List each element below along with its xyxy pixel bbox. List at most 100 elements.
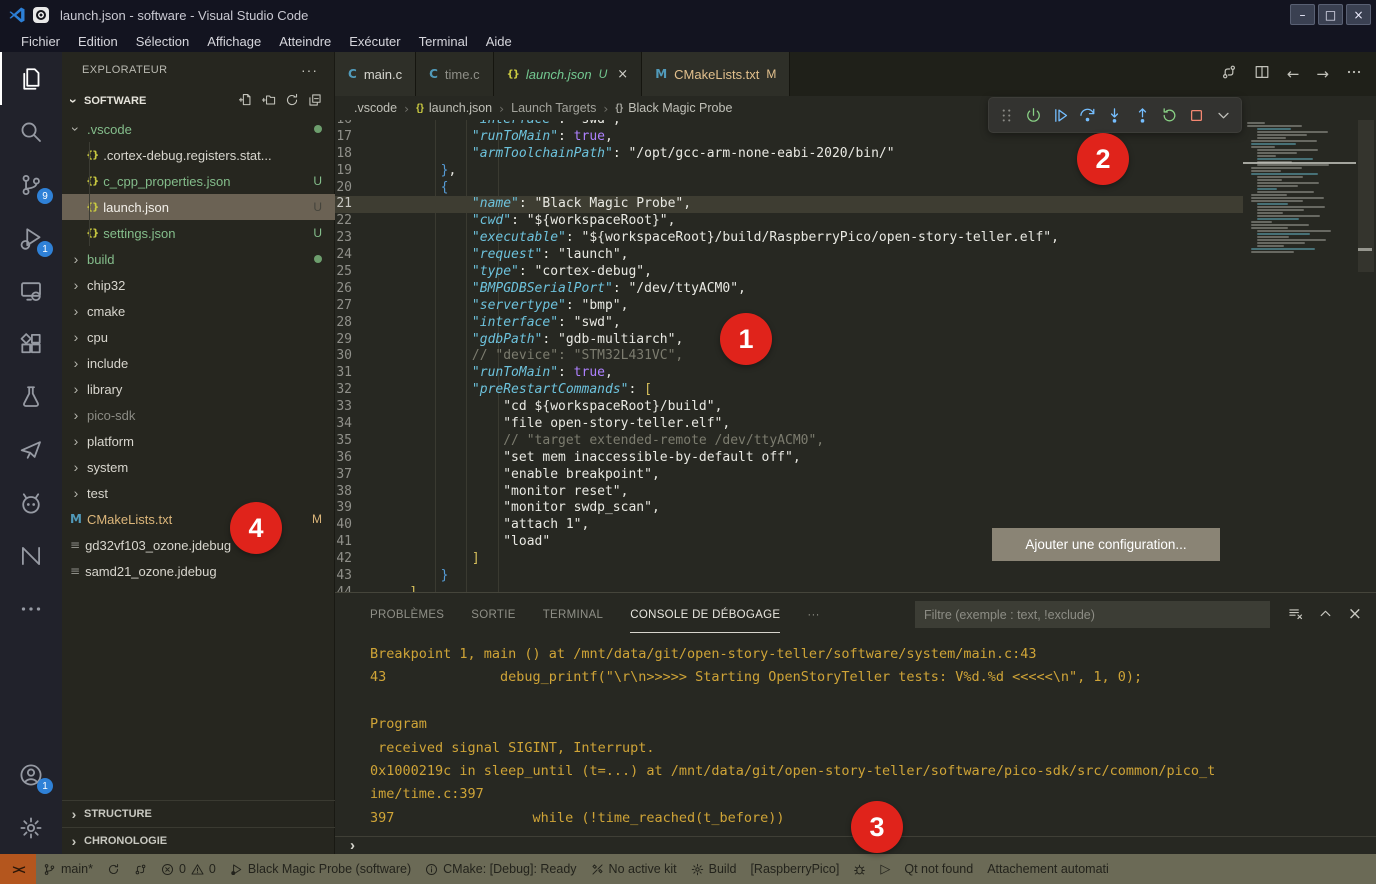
code-line-34[interactable]: 34 "file open-story-teller.elf", xyxy=(335,416,1243,433)
activity-search-icon[interactable] xyxy=(0,105,62,158)
tab-time-c[interactable]: Ctime.c xyxy=(416,52,493,96)
debug-grip-button[interactable] xyxy=(995,103,1019,127)
status-item[interactable]: No active kit xyxy=(584,854,684,884)
tab-cmakelists-txt[interactable]: MCMakeLists.txtM xyxy=(642,52,790,96)
code-line-33[interactable]: 33 "cd ${workspaceRoot}/build", xyxy=(335,399,1243,416)
collapse-all-icon[interactable] xyxy=(308,93,322,110)
panel-tab-console-de-d-bogage[interactable]: CONSOLE DE DÉBOGAGE xyxy=(630,593,780,636)
debug-step-into-button[interactable] xyxy=(1103,103,1127,127)
minimap[interactable] xyxy=(1243,120,1356,593)
debug-continue-button[interactable] xyxy=(1049,103,1073,127)
code-line-30[interactable]: 30 // "device": "STM32L431VC", xyxy=(335,348,1243,365)
status-item[interactable]: [RaspberryPico] xyxy=(743,854,846,884)
status-item[interactable]: Black Magic Probe (software) xyxy=(223,854,418,884)
more-h-icon[interactable] xyxy=(1346,64,1362,85)
section-structure[interactable]: ›STRUCTURE xyxy=(62,800,335,827)
code-line-27[interactable]: 27 "servertype": "bmp", xyxy=(335,298,1243,315)
activity-more-icon[interactable] xyxy=(0,582,62,635)
clear-console-icon[interactable] xyxy=(1288,606,1303,626)
code-line-35[interactable]: 35 // "target extended-remote /dev/ttyAC… xyxy=(335,433,1243,450)
refresh-icon[interactable] xyxy=(285,93,299,110)
debug-power-button[interactable] xyxy=(1022,103,1046,127)
menu-item-terminal[interactable]: Terminal xyxy=(410,34,477,49)
code-line-24[interactable]: 24 "request": "launch", xyxy=(335,247,1243,264)
tree-item-pico-sdk[interactable]: ›pico-sdk xyxy=(62,402,335,428)
status-item[interactable]: CMake: [Debug]: Ready xyxy=(418,854,583,884)
code-line-26[interactable]: 26 "BMPGDBSerialPort": "/dev/ttyACM0", xyxy=(335,281,1243,298)
tree-item-include[interactable]: ›include xyxy=(62,350,335,376)
code-line-22[interactable]: 22 "cwd": "${workspaceRoot}", xyxy=(335,213,1243,230)
tree-item-launch-json[interactable]: {}launch.jsonU xyxy=(62,194,335,220)
code-line-29[interactable]: 29 "gdbPath": "gdb-multiarch", xyxy=(335,332,1243,349)
breadcrumb-item[interactable]: .vscode xyxy=(354,101,397,115)
close-panel-icon[interactable]: × xyxy=(1348,606,1362,626)
split-editor-icon[interactable] xyxy=(1254,64,1270,85)
breadcrumb-item[interactable]: {}launch.json xyxy=(416,101,492,115)
open-changes-icon[interactable] xyxy=(1221,64,1237,85)
code-line-36[interactable]: 36 "set mem inaccessible-by-default off"… xyxy=(335,450,1243,467)
activity-settings-gear-icon[interactable] xyxy=(0,801,62,854)
status-item[interactable]: Attachement automati xyxy=(980,854,1116,884)
debug-chev-down-button[interactable] xyxy=(1211,103,1235,127)
tree-item-build[interactable]: ›build xyxy=(62,246,335,272)
debug-stop-button[interactable] xyxy=(1184,103,1208,127)
activity-platformio-icon[interactable] xyxy=(0,476,62,529)
panel-tab--[interactable]: ··· xyxy=(807,593,819,636)
workspace-section-header[interactable]: › SOFTWARE xyxy=(62,88,334,114)
status-item[interactable]: Qt not found xyxy=(897,854,980,884)
menu-item-edition[interactable]: Edition xyxy=(69,34,127,49)
panel-tab-probl-mes[interactable]: PROBLÈMES xyxy=(370,593,444,636)
add-configuration-button[interactable]: Ajouter une configuration... xyxy=(992,528,1220,561)
section-chronologie[interactable]: ›CHRONOLOGIE xyxy=(62,827,335,854)
console-filter-input[interactable] xyxy=(915,601,1270,628)
tree-item-chip32[interactable]: ›chip32 xyxy=(62,272,335,298)
debug-restart-button[interactable] xyxy=(1157,103,1181,127)
menu-item-exécuter[interactable]: Exécuter xyxy=(340,34,409,49)
activity-test-beaker-icon[interactable] xyxy=(0,370,62,423)
nav-forward-icon[interactable]: → xyxy=(1316,65,1329,84)
code-line-25[interactable]: 25 "type": "cortex-debug", xyxy=(335,264,1243,281)
tree-item-platform[interactable]: ›platform xyxy=(62,428,335,454)
panel-tab-terminal[interactable]: TERMINAL xyxy=(543,593,604,636)
status-item[interactable] xyxy=(127,854,154,884)
menu-item-fichier[interactable]: Fichier xyxy=(12,34,69,49)
activity-remote-explorer-icon[interactable] xyxy=(0,264,62,317)
tab-launch-json[interactable]: {}launch.jsonU× xyxy=(494,52,643,96)
tree-item--vscode[interactable]: ›.vscode xyxy=(62,116,335,142)
activity-nx-console-icon[interactable] xyxy=(0,529,62,582)
menu-item-sélection[interactable]: Sélection xyxy=(127,34,198,49)
tree-item-c-cpp-properties-json[interactable]: {}c_cpp_properties.jsonU xyxy=(62,168,335,194)
status-item[interactable] xyxy=(100,854,127,884)
activity-account-icon[interactable]: 1 xyxy=(0,748,62,801)
debug-step-out-button[interactable] xyxy=(1130,103,1154,127)
collapse-panel-icon[interactable] xyxy=(1318,606,1333,626)
activity-explorer-icon[interactable] xyxy=(0,52,62,105)
code-line-39[interactable]: 39 "monitor swdp_scan", xyxy=(335,500,1243,517)
code-line-28[interactable]: 28 "interface": "swd", xyxy=(335,315,1243,332)
status-item[interactable]: ▷ xyxy=(873,854,897,884)
code-line-31[interactable]: 31 "runToMain": true, xyxy=(335,365,1243,382)
tab-close-icon[interactable]: × xyxy=(617,67,628,82)
activity-deploy-tool-icon[interactable] xyxy=(0,423,62,476)
tree-item-settings-json[interactable]: {}settings.jsonU xyxy=(62,220,335,246)
code-line-21[interactable]: 21 "name": "Black Magic Probe", xyxy=(335,196,1243,213)
tree-item-system[interactable]: ›system xyxy=(62,454,335,480)
tree-item-library[interactable]: ›library xyxy=(62,376,335,402)
activity-extensions-icon[interactable] xyxy=(0,317,62,370)
status-item[interactable] xyxy=(846,854,873,884)
menu-item-affichage[interactable]: Affichage xyxy=(198,34,270,49)
tree-item--cortex-debug-registers-stat-[interactable]: {}.cortex-debug.registers.stat... xyxy=(62,142,335,168)
code-line-32[interactable]: 32 "preRestartCommands": [ xyxy=(335,382,1243,399)
tree-item-cmakelists-txt[interactable]: MCMakeLists.txtM xyxy=(62,506,335,532)
tree-item-gd32vf103-ozone-jdebug[interactable]: ≡gd32vf103_ozone.jdebug xyxy=(62,532,335,558)
tree-item-samd21-ozone-jdebug[interactable]: ≡samd21_ozone.jdebug xyxy=(62,558,335,584)
minimize-button[interactable]: – xyxy=(1290,4,1315,25)
tree-item-test[interactable]: ›test xyxy=(62,480,335,506)
menu-item-atteindre[interactable]: Atteindre xyxy=(270,34,340,49)
tree-item-cpu[interactable]: ›cpu xyxy=(62,324,335,350)
debug-step-over-button[interactable] xyxy=(1076,103,1100,127)
editor-scrollbar[interactable] xyxy=(1356,120,1376,593)
activity-source-control-icon[interactable]: 9 xyxy=(0,158,62,211)
close-button[interactable]: × xyxy=(1346,4,1371,25)
new-file-icon[interactable] xyxy=(239,93,253,110)
